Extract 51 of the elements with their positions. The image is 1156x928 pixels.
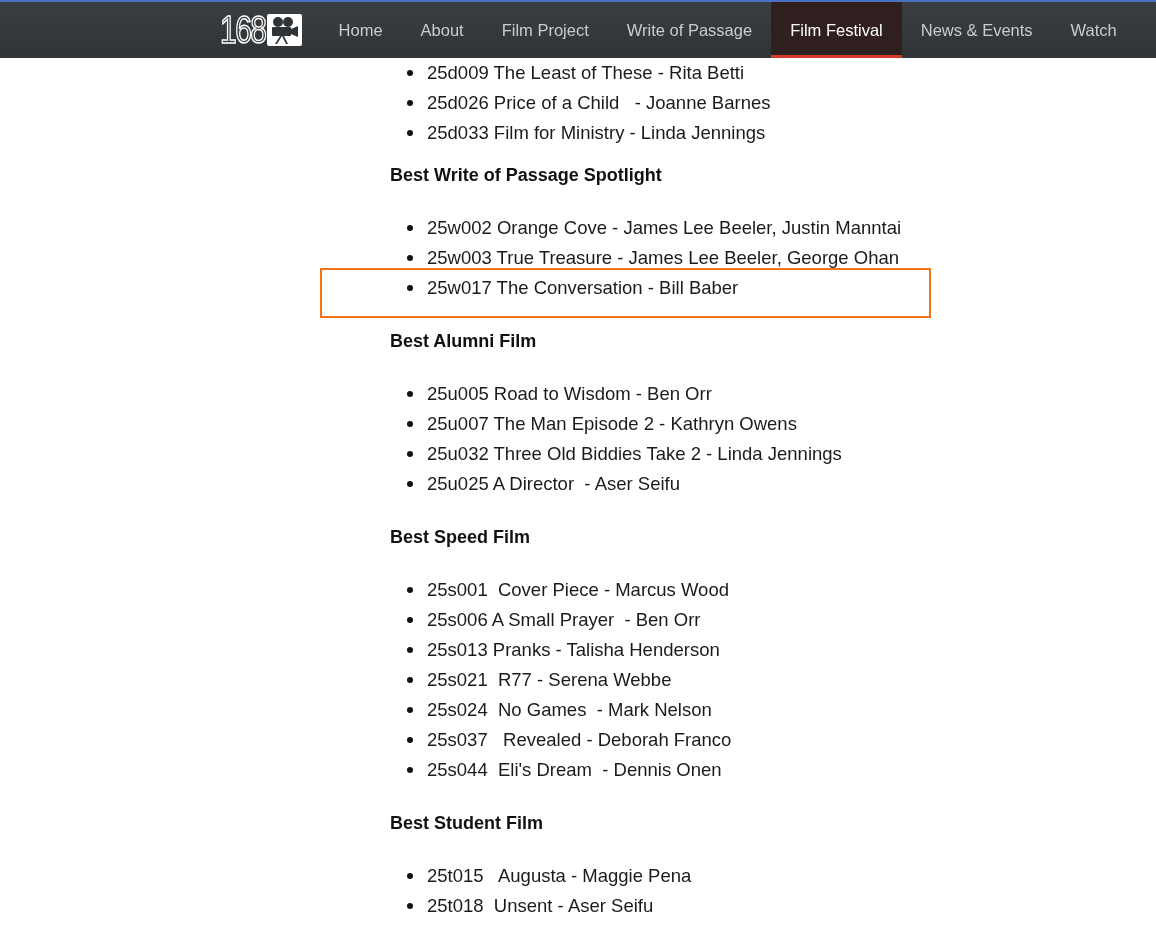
bullet-icon — [407, 767, 413, 773]
film-entry: 25d009 The Least of These - Rita Betti — [427, 61, 745, 85]
bullet-icon — [407, 100, 413, 106]
bullet-icon — [407, 255, 413, 261]
bullet-icon — [407, 677, 413, 683]
nav-link[interactable]: Film Festival — [771, 2, 902, 58]
nav-link[interactable]: Write of Passage — [607, 2, 772, 58]
nav-link[interactable]: News & Events — [901, 2, 1052, 58]
film-entry: 25w017 The Conversation - Bill Baber — [427, 276, 739, 300]
film-entry: 25s024 No Games - Mark Nelson — [427, 698, 712, 722]
film-entry: 25w002 Orange Cove - James Lee Beeler, Justin Manntai — [427, 216, 902, 240]
nav-link[interactable]: Home — [319, 2, 402, 58]
film-entry: 25t018 Unsent - Aser Seifu — [427, 894, 654, 918]
bullet-icon — [407, 451, 413, 457]
nav-link[interactable]: Film Project — [482, 2, 608, 58]
film-entry: 25w003 True Treasure - James Lee Beeler, George Ohan — [427, 246, 900, 270]
nav-link[interactable]: About — [401, 2, 483, 58]
film-camera-icon — [266, 14, 302, 46]
bullet-icon — [407, 873, 413, 879]
film-entry: 25s037 Revealed - Deborah Franco — [427, 728, 732, 752]
bullet-icon — [407, 130, 413, 136]
bullet-icon — [407, 70, 413, 76]
film-entry: 25s044 Eli's Dream - Dennis Onen — [427, 758, 722, 782]
bullet-icon — [407, 421, 413, 427]
film-entry: 25s006 A Small Prayer - Ben Orr — [427, 608, 701, 632]
bullet-icon — [407, 225, 413, 231]
film-entry: 25s013 Pranks - Talisha Henderson — [427, 638, 720, 662]
nav-link[interactable]: Watch — [1051, 2, 1136, 58]
film-entry: 25u007 The Man Episode 2 - Kathryn Owens — [427, 412, 797, 436]
bullet-icon — [407, 617, 413, 623]
film-entry: 25d033 Film for Ministry - Linda Jennings — [427, 121, 766, 145]
category-heading: Best Write of Passage Spotlight — [390, 164, 663, 186]
logo-text: 168 — [220, 9, 266, 51]
bullet-icon — [407, 737, 413, 743]
category-heading: Best Alumni Film — [390, 330, 538, 352]
film-entry: 25d026 Price of a Child - Joanne Barnes — [427, 91, 771, 115]
bullet-icon — [407, 647, 413, 653]
category-heading: Best Speed Film — [390, 526, 532, 548]
bullet-icon — [407, 391, 413, 397]
film-entry: 25s021 R77 - Serena Webbe — [427, 668, 672, 692]
category-heading: Best Student Film — [390, 812, 544, 834]
film-entry: 25t015 Augusta - Maggie Pena — [427, 864, 692, 888]
bullet-icon — [407, 587, 413, 593]
film-entry: 25u025 A Director - Aser Seifu — [427, 472, 680, 496]
bullet-icon — [407, 481, 413, 487]
film-entry: 25u032 Three Old Biddies Take 2 - Linda Jennings — [427, 442, 842, 466]
film-entry: 25s001 Cover Piece - Marcus Wood — [427, 578, 729, 602]
bullet-icon — [407, 285, 413, 291]
bullet-icon — [407, 707, 413, 713]
bullet-icon — [407, 903, 413, 909]
film-entry: 25u005 Road to Wisdom - Ben Orr — [427, 382, 712, 406]
